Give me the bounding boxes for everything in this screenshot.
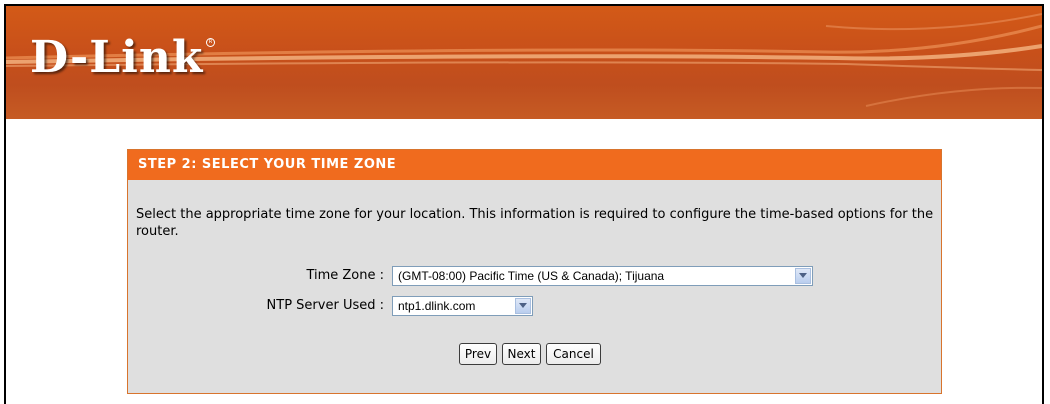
registered-mark-icon: R (206, 38, 215, 47)
step-description: Select the appropriate time zone for you… (136, 207, 934, 239)
ntp-server-row: NTP Server Used : ntp1.dlink.com (128, 296, 943, 316)
brand-banner: D-Link R (6, 6, 1042, 119)
step-title: STEP 2: SELECT YOUR TIME ZONE (128, 150, 941, 180)
time-zone-select[interactable]: (GMT-08:00) Pacific Time (US & Canada); … (392, 266, 813, 286)
cancel-button[interactable]: Cancel (546, 343, 601, 365)
prev-button[interactable]: Prev (459, 343, 497, 365)
time-zone-row: Time Zone : (GMT-08:00) Pacific Time (US… (128, 266, 943, 286)
ntp-server-value: ntp1.dlink.com (398, 299, 476, 313)
next-button[interactable]: Next (502, 343, 541, 365)
time-zone-label: Time Zone : (306, 268, 384, 283)
ntp-server-label: NTP Server Used : (266, 298, 384, 313)
chevron-down-icon[interactable] (795, 268, 811, 284)
chevron-down-icon[interactable] (515, 298, 531, 314)
page-frame: D-Link R STEP 2: SELECT YOUR TIME ZONE S… (4, 4, 1044, 404)
dlink-logo: D-Link (30, 32, 204, 83)
wizard-panel: STEP 2: SELECT YOUR TIME ZONE Select the… (127, 149, 942, 394)
time-zone-value: (GMT-08:00) Pacific Time (US & Canada); … (398, 269, 665, 283)
ntp-server-select[interactable]: ntp1.dlink.com (392, 296, 533, 316)
